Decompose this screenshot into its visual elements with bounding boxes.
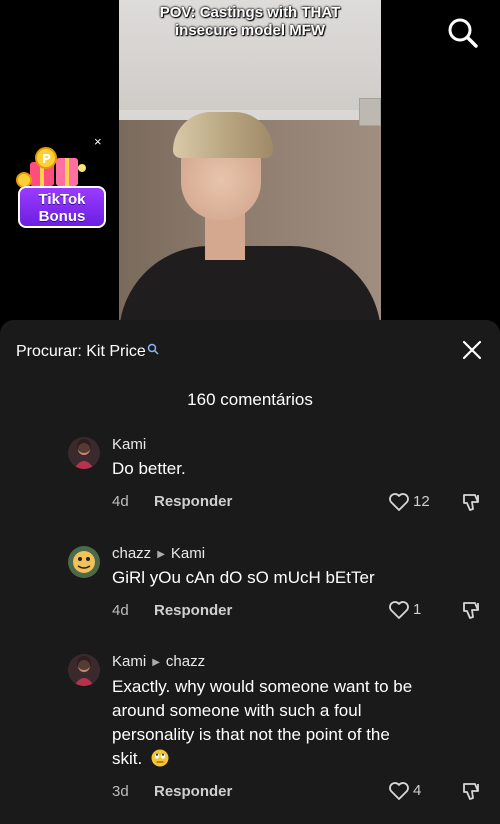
comment-text: Do better.	[112, 459, 186, 478]
video-frame[interactable]	[119, 0, 381, 320]
search-icon	[448, 18, 478, 48]
avatar-image	[68, 654, 100, 686]
comment-text-line: personality is that not the point of the	[112, 725, 390, 744]
caption-line-1: POV: Castings with THAT	[159, 4, 341, 21]
search-button[interactable]	[446, 16, 480, 50]
reply-arrow-icon: ▶	[152, 656, 160, 668]
like-button[interactable]	[388, 781, 410, 801]
bonus-close-icon[interactable]: ×	[94, 134, 102, 149]
heart-icon	[389, 782, 409, 800]
comment-author[interactable]: Kami	[112, 436, 146, 453]
comment-text-line: skit.	[112, 747, 472, 771]
rolling-eyes-emoji-icon	[151, 749, 169, 767]
like-button[interactable]	[388, 600, 410, 620]
close-icon	[462, 340, 482, 360]
comment-count: 160 comentários	[187, 390, 313, 409]
thumbs-down-icon	[463, 494, 479, 511]
avatar-image	[68, 437, 100, 469]
avatar-image	[68, 546, 100, 578]
author-name[interactable]: Kami	[112, 653, 146, 670]
video-person-hair	[173, 112, 273, 158]
reply-to-name[interactable]: Kami	[171, 545, 205, 562]
search-suggestion[interactable]: Procurar: Kit Price	[16, 343, 159, 361]
comment-author[interactable]: chazz ▶ Kami	[112, 545, 205, 562]
comment-text-line-end: skit.	[112, 749, 143, 768]
dislike-button[interactable]	[461, 491, 483, 513]
video-vent	[359, 98, 381, 126]
dislike-button[interactable]	[461, 599, 483, 621]
comment-age: 4d	[112, 602, 129, 619]
comment-text-line: around someone with such a foul	[112, 701, 362, 720]
reply-button[interactable]: Responder	[154, 602, 232, 619]
author-name[interactable]: Kami	[112, 436, 146, 453]
avatar[interactable]	[68, 654, 100, 686]
mini-search-icon	[147, 343, 159, 355]
reply-arrow-icon: ▶	[157, 548, 165, 560]
comment-age: 3d	[112, 783, 129, 800]
reply-button[interactable]: Responder	[154, 493, 232, 510]
video-caption: POV: Castings with THAT insecure model M…	[119, 4, 381, 40]
avatar[interactable]	[68, 437, 100, 469]
like-button[interactable]	[388, 492, 410, 512]
comment-text: GiRl yOu cAn dO sO mUcH bEtTer	[112, 568, 375, 587]
like-count: 4	[413, 782, 422, 799]
svg-text:P: P	[42, 152, 51, 166]
thumbs-down-icon	[463, 602, 479, 619]
close-comments-button[interactable]	[461, 339, 483, 361]
caption-line-2: insecure model MFW	[174, 22, 326, 39]
bonus-line-1: TikTok	[38, 191, 86, 208]
reply-to-name[interactable]: chazz	[166, 653, 205, 670]
heart-icon	[389, 493, 409, 511]
author-name[interactable]: chazz	[112, 545, 151, 562]
comment-text-line: Exactly. why would someone want to be	[112, 677, 413, 696]
search-suggestion-label: Procurar: Kit Price	[16, 343, 146, 360]
like-count: 1	[413, 601, 422, 618]
comment-text: Exactly. why would someone want to be ar…	[112, 675, 472, 771]
tiktok-bonus-badge[interactable]: TikTok Bonus	[18, 186, 106, 228]
like-count: 12	[413, 493, 430, 510]
bonus-line-2: Bonus	[38, 208, 86, 225]
comment-author[interactable]: Kami ▶ chazz	[112, 653, 205, 670]
heart-icon	[389, 601, 409, 619]
thumbs-down-icon	[463, 783, 479, 800]
comment-age: 4d	[112, 493, 129, 510]
avatar[interactable]	[68, 546, 100, 578]
dislike-button[interactable]	[461, 780, 483, 802]
reply-button[interactable]: Responder	[154, 783, 232, 800]
